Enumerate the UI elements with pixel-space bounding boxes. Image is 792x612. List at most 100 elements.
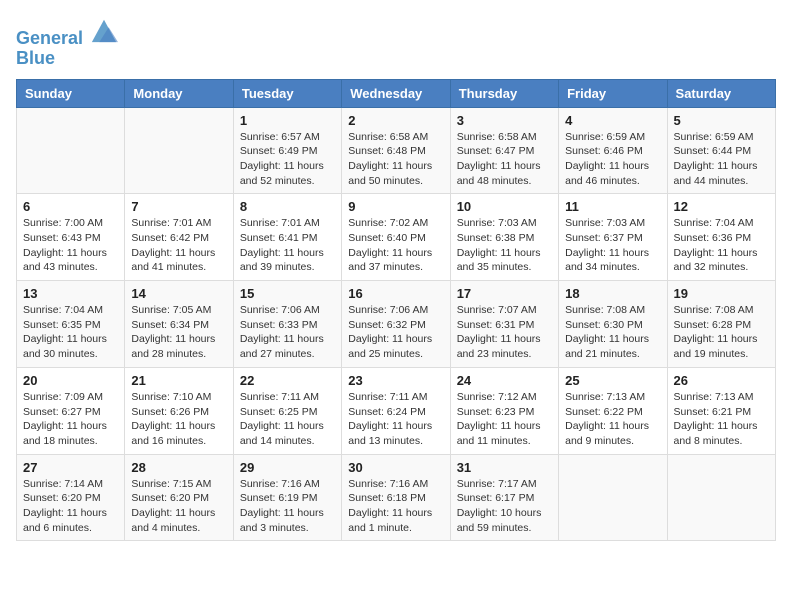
- calendar-cell: 13 Sunrise: 7:04 AMSunset: 6:35 PMDayligh…: [17, 281, 125, 368]
- calendar-cell: 18 Sunrise: 7:08 AMSunset: 6:30 PMDayligh…: [559, 281, 667, 368]
- logo-text: General: [16, 16, 118, 49]
- calendar-cell: 11 Sunrise: 7:03 AMSunset: 6:37 PMDayligh…: [559, 194, 667, 281]
- calendar-cell: 22 Sunrise: 7:11 AMSunset: 6:25 PMDayligh…: [233, 367, 341, 454]
- day-number: 19: [674, 286, 769, 301]
- calendar-cell: 3 Sunrise: 6:58 AMSunset: 6:47 PMDaylight…: [450, 107, 558, 194]
- day-info: Sunrise: 7:04 AMSunset: 6:36 PMDaylight:…: [674, 216, 769, 275]
- weekday-header-sunday: Sunday: [17, 79, 125, 107]
- day-number: 10: [457, 199, 552, 214]
- day-info: Sunrise: 7:09 AMSunset: 6:27 PMDaylight:…: [23, 390, 118, 449]
- day-number: 28: [131, 460, 226, 475]
- calendar-cell: 1 Sunrise: 6:57 AMSunset: 6:49 PMDaylight…: [233, 107, 341, 194]
- day-number: 18: [565, 286, 660, 301]
- logo-blue: Blue: [16, 49, 118, 69]
- calendar-table: SundayMondayTuesdayWednesdayThursdayFrid…: [16, 79, 776, 542]
- day-number: 11: [565, 199, 660, 214]
- day-number: 31: [457, 460, 552, 475]
- calendar-header-row: SundayMondayTuesdayWednesdayThursdayFrid…: [17, 79, 776, 107]
- day-number: 3: [457, 113, 552, 128]
- day-info: Sunrise: 7:08 AMSunset: 6:28 PMDaylight:…: [674, 303, 769, 362]
- day-number: 20: [23, 373, 118, 388]
- day-info: Sunrise: 7:03 AMSunset: 6:38 PMDaylight:…: [457, 216, 552, 275]
- calendar-cell: 27 Sunrise: 7:14 AMSunset: 6:20 PMDayligh…: [17, 454, 125, 541]
- day-info: Sunrise: 6:58 AMSunset: 6:47 PMDaylight:…: [457, 130, 552, 189]
- day-number: 1: [240, 113, 335, 128]
- day-info: Sunrise: 7:15 AMSunset: 6:20 PMDaylight:…: [131, 477, 226, 536]
- day-number: 16: [348, 286, 443, 301]
- calendar-cell: 19 Sunrise: 7:08 AMSunset: 6:28 PMDayligh…: [667, 281, 775, 368]
- calendar-week-0: 1 Sunrise: 6:57 AMSunset: 6:49 PMDaylight…: [17, 107, 776, 194]
- day-number: 13: [23, 286, 118, 301]
- day-number: 26: [674, 373, 769, 388]
- calendar-cell: 5Sunrise: 6:59 AMSunset: 6:44 PMDaylight…: [667, 107, 775, 194]
- day-info: Sunrise: 7:11 AMSunset: 6:25 PMDaylight:…: [240, 390, 335, 449]
- calendar-cell: 6 Sunrise: 7:00 AMSunset: 6:43 PMDaylight…: [17, 194, 125, 281]
- weekday-header-wednesday: Wednesday: [342, 79, 450, 107]
- day-number: 7: [131, 199, 226, 214]
- day-info: Sunrise: 7:01 AMSunset: 6:42 PMDaylight:…: [131, 216, 226, 275]
- weekday-header-thursday: Thursday: [450, 79, 558, 107]
- day-info: Sunrise: 7:04 AMSunset: 6:35 PMDaylight:…: [23, 303, 118, 362]
- calendar-cell: 31Sunrise: 7:17 AMSunset: 6:17 PMDayligh…: [450, 454, 558, 541]
- day-info: Sunrise: 7:16 AMSunset: 6:19 PMDaylight:…: [240, 477, 335, 536]
- day-info: Sunrise: 6:59 AMSunset: 6:46 PMDaylight:…: [565, 130, 660, 189]
- day-info: Sunrise: 7:08 AMSunset: 6:30 PMDaylight:…: [565, 303, 660, 362]
- day-info: Sunrise: 7:06 AMSunset: 6:32 PMDaylight:…: [348, 303, 443, 362]
- calendar-cell: [559, 454, 667, 541]
- day-number: 23: [348, 373, 443, 388]
- day-number: 30: [348, 460, 443, 475]
- calendar-cell: [125, 107, 233, 194]
- calendar-cell: 23 Sunrise: 7:11 AMSunset: 6:24 PMDayligh…: [342, 367, 450, 454]
- calendar-cell: 12Sunrise: 7:04 AMSunset: 6:36 PMDayligh…: [667, 194, 775, 281]
- day-info: Sunrise: 6:57 AMSunset: 6:49 PMDaylight:…: [240, 130, 335, 189]
- calendar-cell: 28 Sunrise: 7:15 AMSunset: 6:20 PMDayligh…: [125, 454, 233, 541]
- calendar-week-1: 6 Sunrise: 7:00 AMSunset: 6:43 PMDaylight…: [17, 194, 776, 281]
- calendar-cell: 25Sunrise: 7:13 AMSunset: 6:22 PMDayligh…: [559, 367, 667, 454]
- calendar-cell: 30Sunrise: 7:16 AMSunset: 6:18 PMDayligh…: [342, 454, 450, 541]
- day-number: 29: [240, 460, 335, 475]
- calendar-cell: 29 Sunrise: 7:16 AMSunset: 6:19 PMDayligh…: [233, 454, 341, 541]
- day-info: Sunrise: 6:58 AMSunset: 6:48 PMDaylight:…: [348, 130, 443, 189]
- logo: General Blue: [16, 16, 118, 69]
- day-info: Sunrise: 7:07 AMSunset: 6:31 PMDaylight:…: [457, 303, 552, 362]
- calendar-week-3: 20 Sunrise: 7:09 AMSunset: 6:27 PMDayligh…: [17, 367, 776, 454]
- day-info: Sunrise: 7:12 AMSunset: 6:23 PMDaylight:…: [457, 390, 552, 449]
- page-header: General Blue: [16, 16, 776, 69]
- calendar-week-4: 27 Sunrise: 7:14 AMSunset: 6:20 PMDayligh…: [17, 454, 776, 541]
- weekday-header-saturday: Saturday: [667, 79, 775, 107]
- calendar-cell: 16 Sunrise: 7:06 AMSunset: 6:32 PMDayligh…: [342, 281, 450, 368]
- day-info: Sunrise: 7:00 AMSunset: 6:43 PMDaylight:…: [23, 216, 118, 275]
- calendar-cell: 8Sunrise: 7:01 AMSunset: 6:41 PMDaylight…: [233, 194, 341, 281]
- day-number: 21: [131, 373, 226, 388]
- day-info: Sunrise: 7:14 AMSunset: 6:20 PMDaylight:…: [23, 477, 118, 536]
- calendar-cell: 2 Sunrise: 6:58 AMSunset: 6:48 PMDaylight…: [342, 107, 450, 194]
- calendar-cell: 9 Sunrise: 7:02 AMSunset: 6:40 PMDaylight…: [342, 194, 450, 281]
- weekday-header-tuesday: Tuesday: [233, 79, 341, 107]
- day-number: 4: [565, 113, 660, 128]
- calendar-cell: 26 Sunrise: 7:13 AMSunset: 6:21 PMDayligh…: [667, 367, 775, 454]
- day-number: 6: [23, 199, 118, 214]
- calendar-cell: 17Sunrise: 7:07 AMSunset: 6:31 PMDayligh…: [450, 281, 558, 368]
- day-info: Sunrise: 7:11 AMSunset: 6:24 PMDaylight:…: [348, 390, 443, 449]
- day-info: Sunrise: 7:13 AMSunset: 6:21 PMDaylight:…: [674, 390, 769, 449]
- day-number: 9: [348, 199, 443, 214]
- day-number: 22: [240, 373, 335, 388]
- calendar-cell: 24 Sunrise: 7:12 AMSunset: 6:23 PMDayligh…: [450, 367, 558, 454]
- day-number: 27: [23, 460, 118, 475]
- calendar-cell: 7 Sunrise: 7:01 AMSunset: 6:42 PMDaylight…: [125, 194, 233, 281]
- day-number: 2: [348, 113, 443, 128]
- calendar-cell: [667, 454, 775, 541]
- day-info: Sunrise: 7:10 AMSunset: 6:26 PMDaylight:…: [131, 390, 226, 449]
- day-info: Sunrise: 7:06 AMSunset: 6:33 PMDaylight:…: [240, 303, 335, 362]
- day-info: Sunrise: 7:03 AMSunset: 6:37 PMDaylight:…: [565, 216, 660, 275]
- calendar-week-2: 13 Sunrise: 7:04 AMSunset: 6:35 PMDayligh…: [17, 281, 776, 368]
- day-info: Sunrise: 7:02 AMSunset: 6:40 PMDaylight:…: [348, 216, 443, 275]
- calendar-cell: 4 Sunrise: 6:59 AMSunset: 6:46 PMDaylight…: [559, 107, 667, 194]
- calendar-cell: [17, 107, 125, 194]
- day-number: 15: [240, 286, 335, 301]
- day-info: Sunrise: 6:59 AMSunset: 6:44 PMDaylight:…: [674, 130, 769, 189]
- calendar-cell: 10 Sunrise: 7:03 AMSunset: 6:38 PMDayligh…: [450, 194, 558, 281]
- weekday-header-monday: Monday: [125, 79, 233, 107]
- weekday-header-friday: Friday: [559, 79, 667, 107]
- day-number: 24: [457, 373, 552, 388]
